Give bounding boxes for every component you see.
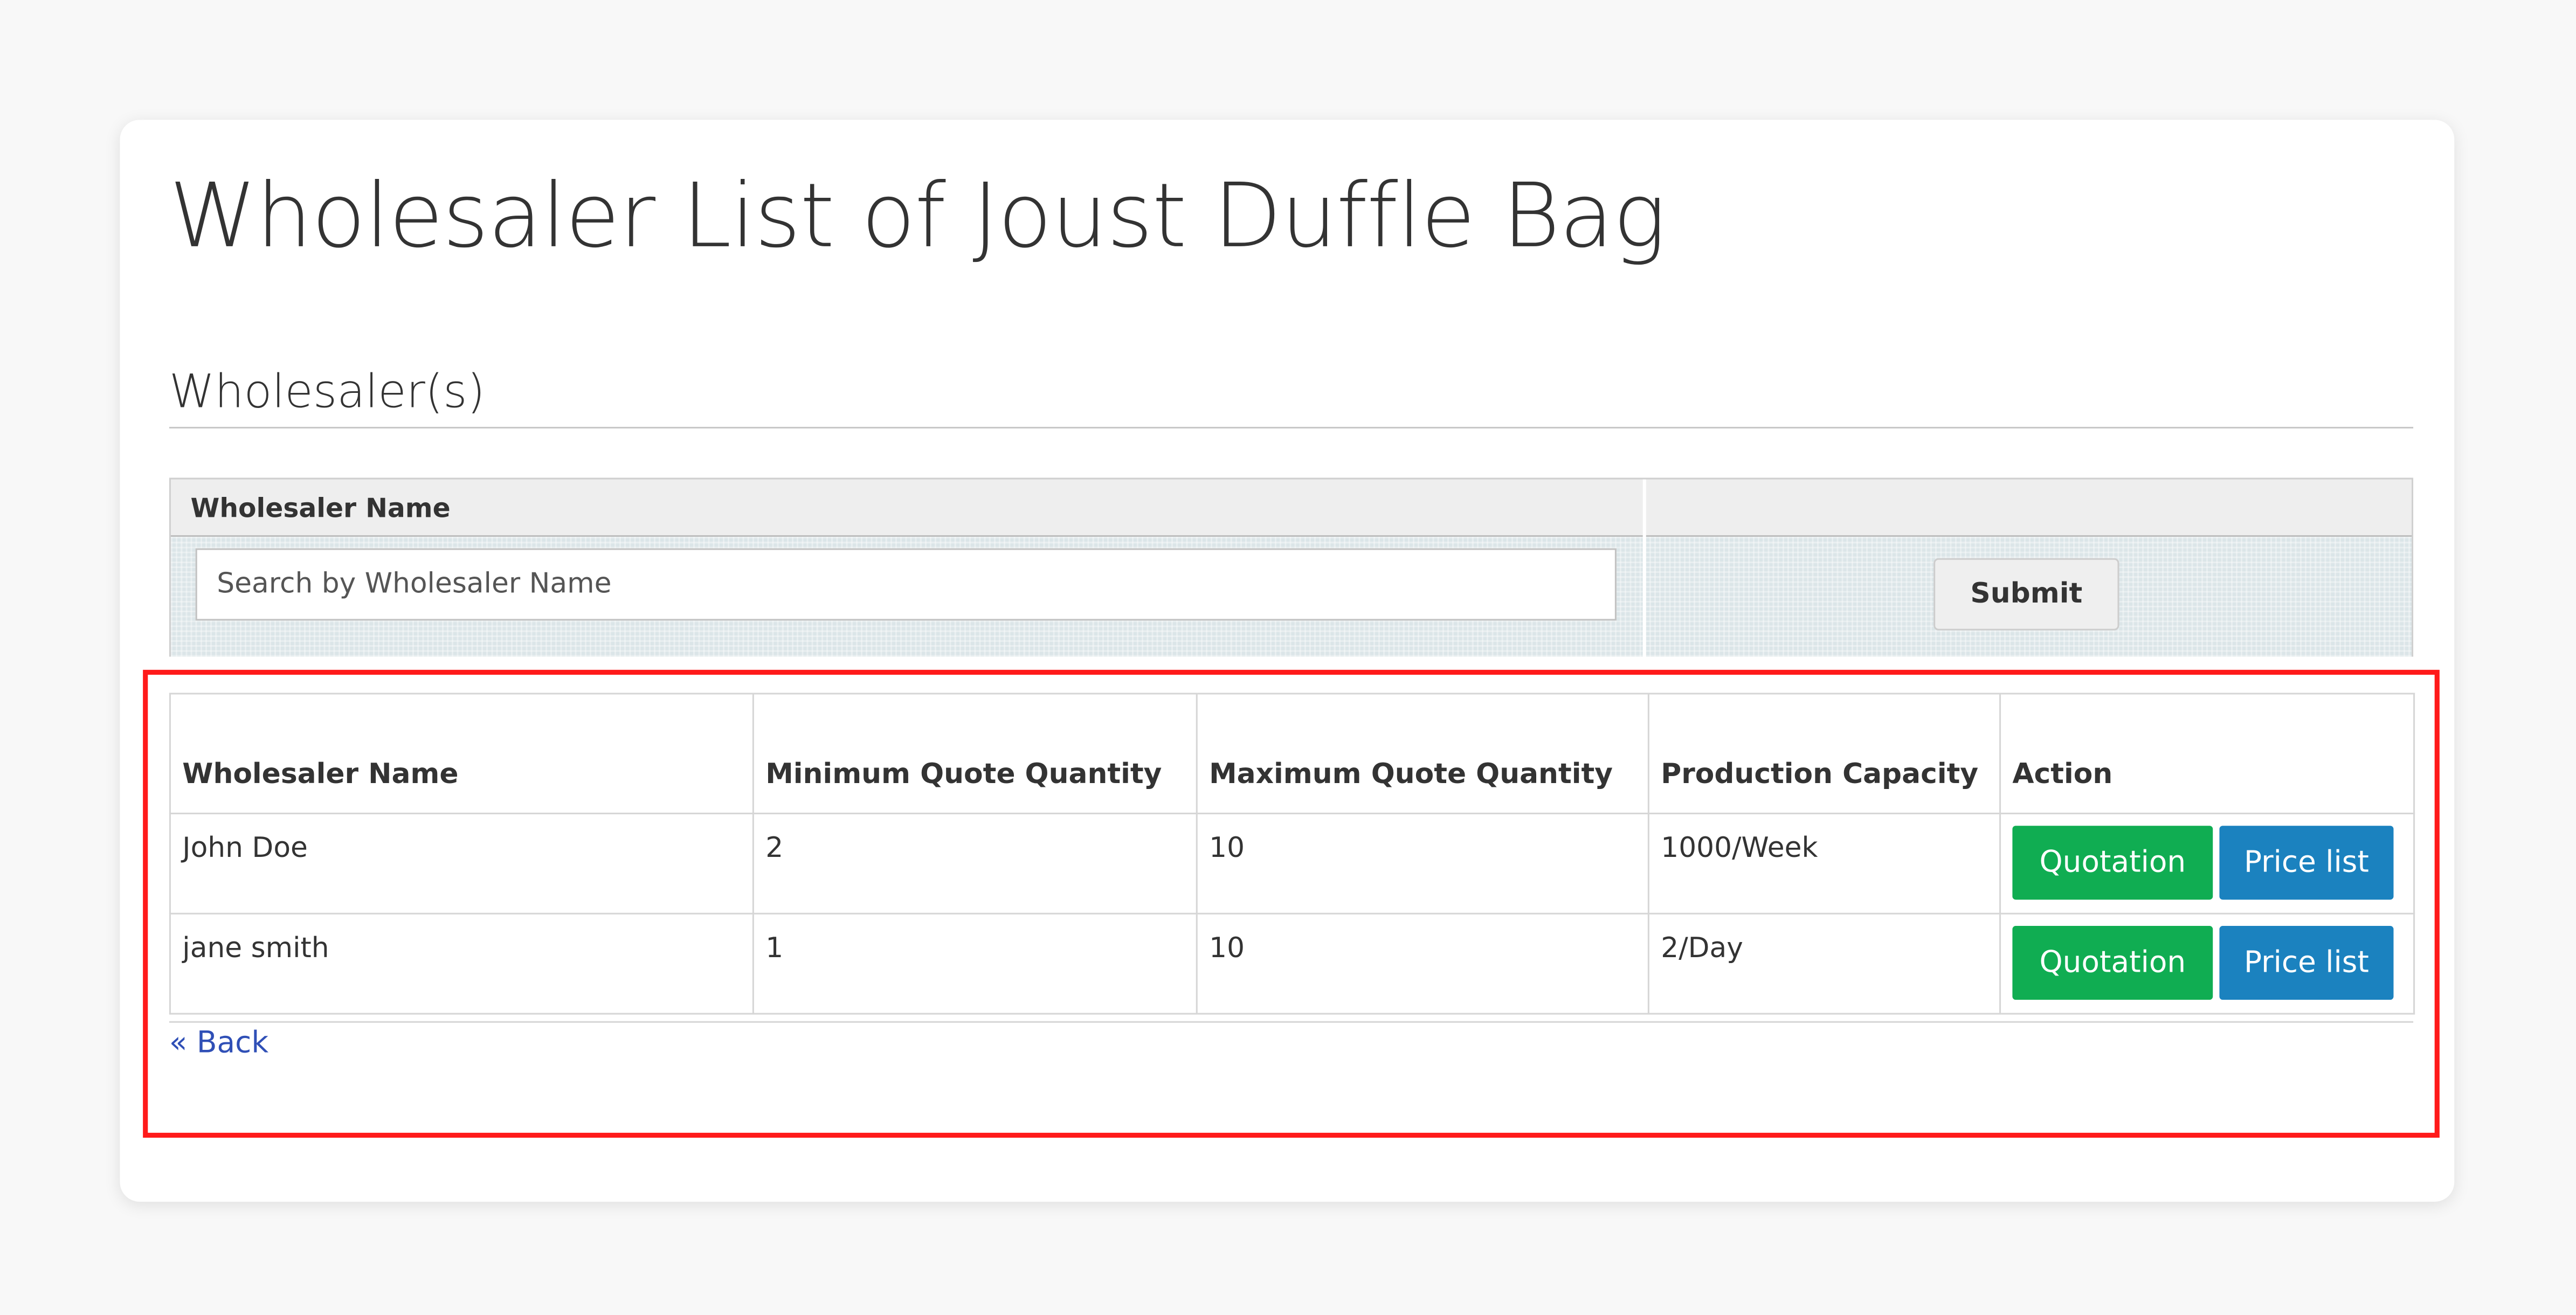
section-title: Wholesaler(s) bbox=[169, 364, 485, 419]
section-divider bbox=[169, 427, 2414, 429]
wholesaler-search-input[interactable] bbox=[195, 548, 1617, 621]
filter-header-row: Wholesaler Name bbox=[170, 479, 2412, 537]
page-title: Wholesaler List of Joust Duffle Bag bbox=[169, 164, 1666, 268]
submit-button[interactable]: Submit bbox=[1933, 558, 2119, 631]
filter-column-divider bbox=[1642, 479, 1646, 657]
filter-column-label: Wholesaler Name bbox=[190, 492, 451, 524]
filter-grid: Wholesaler Name Submit bbox=[169, 477, 2414, 657]
page-stage: Wholesaler List of Joust Duffle Bag Whol… bbox=[0, 0, 2576, 1315]
filter-row: Submit bbox=[170, 537, 2412, 657]
highlight-box bbox=[143, 669, 2440, 1138]
